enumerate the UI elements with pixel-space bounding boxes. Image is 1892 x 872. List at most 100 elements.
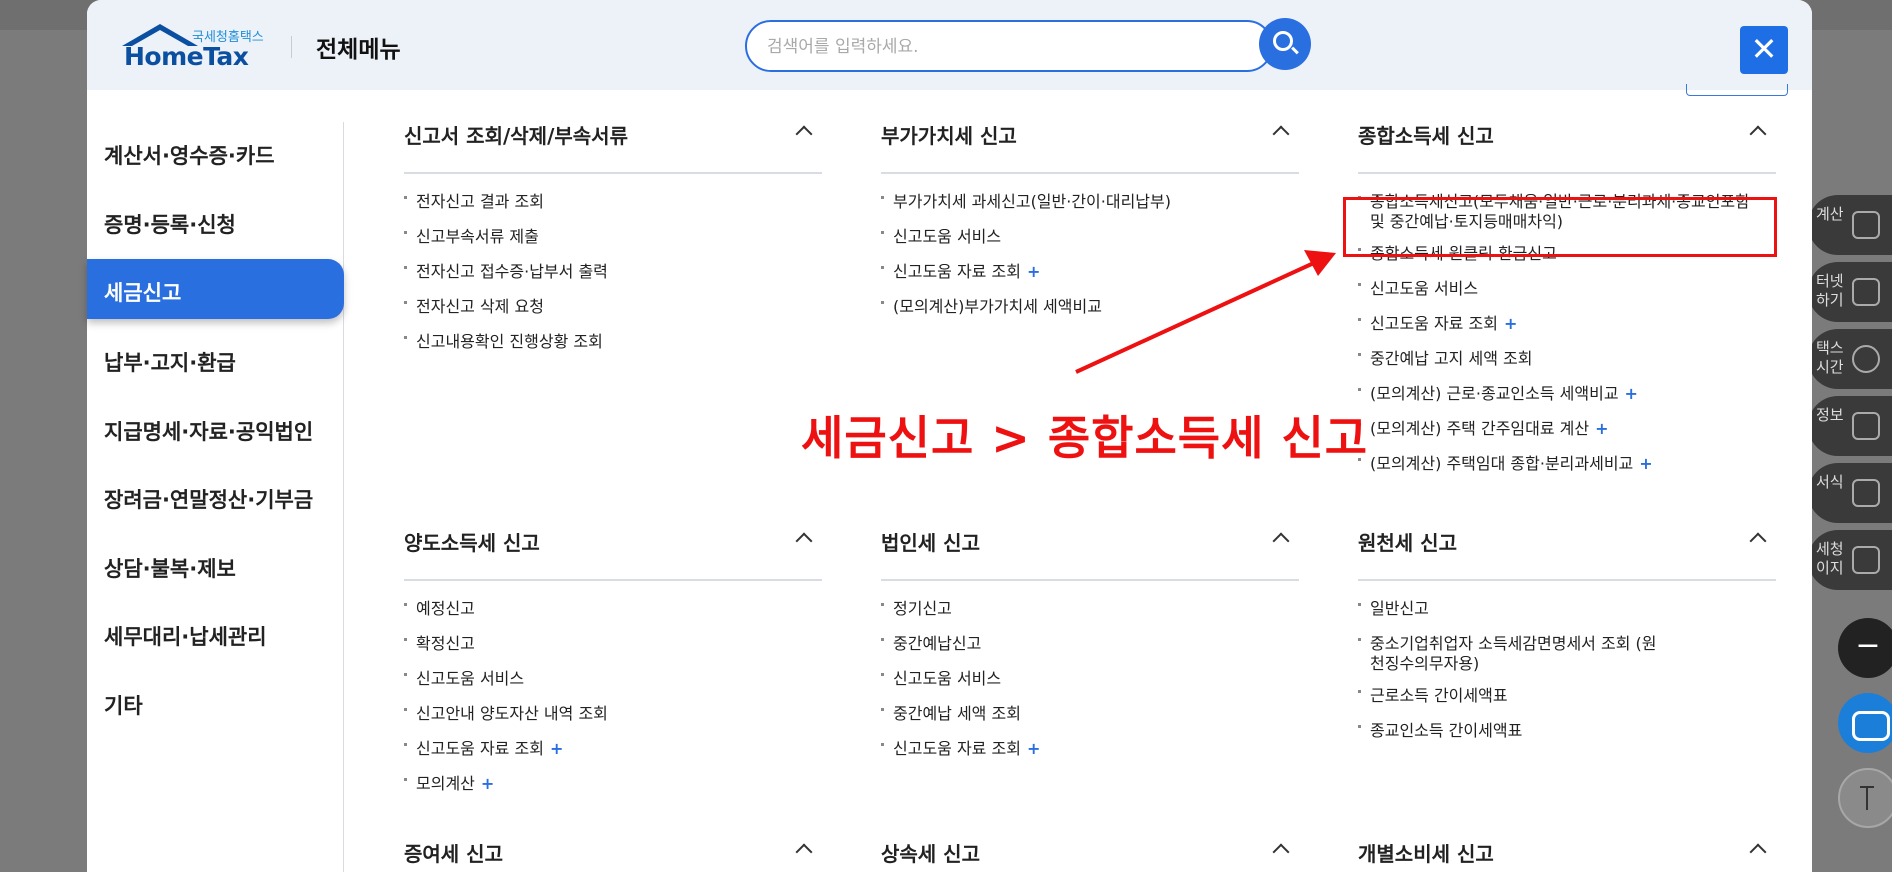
search-input[interactable]: [767, 34, 1227, 60]
chevron-up-icon[interactable]: [1749, 125, 1767, 143]
chevron-up-icon[interactable]: [1749, 532, 1767, 550]
expand-plus-icon[interactable]: +: [481, 774, 494, 793]
expand-plus-icon[interactable]: +: [1639, 454, 1652, 473]
list-item[interactable]: (모의계산) 주택임대 종합·분리과세비교 +: [1358, 454, 1776, 474]
expand-plus-icon[interactable]: +: [1027, 262, 1040, 281]
sidebar-item-payment-notice-refund[interactable]: 납부·고지·환급: [87, 329, 344, 389]
sidebar-item-etc[interactable]: 기타: [87, 672, 344, 732]
menu-link[interactable]: 정기신고: [893, 599, 952, 618]
scroll-top-button[interactable]: [1838, 768, 1892, 828]
menu-link[interactable]: 확정신고: [416, 634, 475, 653]
chevron-up-icon[interactable]: [795, 843, 813, 861]
menu-link[interactable]: (모의계산) 주택임대 종합·분리과세비교: [1370, 454, 1633, 473]
menu-link[interactable]: 전자신고 결과 조회: [416, 192, 544, 211]
list-item[interactable]: 중간예납 고지 세액 조회: [1358, 349, 1776, 369]
expand-plus-icon[interactable]: +: [1625, 384, 1638, 403]
collapse-button[interactable]: −: [1838, 618, 1892, 678]
menu-link[interactable]: 중간예납 세액 조회: [893, 704, 1021, 723]
rail-item-4[interactable]: 정보: [1808, 396, 1892, 456]
list-item[interactable]: 신고도움 서비스: [1358, 279, 1776, 299]
list-item[interactable]: 모의계산 +: [404, 774, 822, 794]
sidebar-item-invoice-receipt-card[interactable]: 계산서·영수증·카드: [87, 122, 344, 182]
close-button[interactable]: ✕: [1740, 26, 1788, 74]
list-item[interactable]: 신고안내 양도자산 내역 조회: [404, 704, 822, 724]
section-header[interactable]: 신고서 조회/삭제/부속서류: [404, 104, 822, 174]
menu-link[interactable]: 신고내용확인 진행상황 조회: [416, 332, 603, 351]
rail-item-2[interactable]: 터넷 하기: [1808, 262, 1892, 322]
hometax-logo[interactable]: 국세청홈택스 HomeTax: [122, 24, 264, 71]
chevron-up-icon[interactable]: [1272, 125, 1290, 143]
list-item[interactable]: 중간예납 세액 조회: [881, 704, 1299, 724]
list-item[interactable]: 신고도움 자료 조회 +: [1358, 314, 1776, 334]
partially-hidden-button[interactable]: [1686, 84, 1788, 96]
expand-plus-icon[interactable]: +: [1504, 314, 1517, 333]
rail-item-6[interactable]: 세청 이지: [1808, 530, 1892, 590]
chevron-up-icon[interactable]: [1272, 532, 1290, 550]
list-item[interactable]: (모의계산) 근로·종교인소득 세액비교 +: [1358, 384, 1776, 404]
list-item[interactable]: 전자신고 결과 조회: [404, 192, 822, 212]
list-item[interactable]: 신고도움 자료 조회 +: [881, 739, 1299, 759]
list-item[interactable]: (모의계산)부가가치세 세액비교: [881, 297, 1299, 317]
menu-link[interactable]: 예정신고: [416, 599, 475, 618]
list-item[interactable]: 종교인소득 간이세액표: [1358, 721, 1776, 741]
list-item[interactable]: 신고도움 자료 조회 +: [881, 262, 1299, 282]
menu-link[interactable]: 전자신고 접수증·납부서 출력: [416, 262, 608, 281]
sidebar-item-tax-agent-management[interactable]: 세무대리·납세관리: [87, 603, 344, 663]
section-header[interactable]: 개별소비세 신고: [1358, 822, 1776, 872]
menu-link[interactable]: 신고도움 자료 조회: [893, 739, 1021, 758]
sidebar-item-payment-statement[interactable]: 지급명세·자료·공익법인: [87, 398, 344, 458]
menu-link[interactable]: 중소기업취업자 소득세감면명세서 조회 (원천징수의무자용): [1370, 634, 1656, 673]
menu-link[interactable]: 신고도움 서비스: [416, 669, 524, 688]
rail-item-1[interactable]: 계산: [1808, 195, 1892, 255]
menu-link[interactable]: 신고도움 서비스: [893, 669, 1001, 688]
section-header[interactable]: 종합소득세 신고: [1358, 104, 1776, 174]
chatbot-button[interactable]: [1838, 693, 1892, 753]
section-header[interactable]: 법인세 신고: [881, 511, 1299, 581]
menu-link[interactable]: 신고도움 자료 조회: [893, 262, 1021, 281]
chevron-up-icon[interactable]: [795, 532, 813, 550]
list-item[interactable]: 전자신고 삭제 요청: [404, 297, 822, 317]
menu-link[interactable]: 부가가치세 과세신고(일반·간이·대리납부): [893, 192, 1171, 211]
rail-item-3[interactable]: 택스 시간: [1808, 329, 1892, 389]
menu-link[interactable]: 종교인소득 간이세액표: [1370, 721, 1522, 740]
section-header[interactable]: 상속세 신고: [881, 822, 1299, 872]
menu-link[interactable]: 신고도움 서비스: [893, 227, 1001, 246]
section-header[interactable]: 원천세 신고: [1358, 511, 1776, 581]
list-item[interactable]: 정기신고: [881, 599, 1299, 619]
list-item[interactable]: 신고도움 서비스: [881, 227, 1299, 247]
sidebar-item-certificate-registration[interactable]: 증명·등록·신청: [87, 191, 344, 251]
list-item[interactable]: 신고도움 자료 조회 +: [404, 739, 822, 759]
menu-link[interactable]: 중간예납 고지 세액 조회: [1370, 349, 1532, 368]
menu-link[interactable]: 일반신고: [1370, 599, 1429, 618]
menu-link[interactable]: 신고부속서류 제출: [416, 227, 539, 246]
menu-link[interactable]: (모의계산) 근로·종교인소득 세액비교: [1370, 384, 1619, 403]
sidebar-item-tax-filing[interactable]: 세금신고: [87, 259, 344, 319]
expand-plus-icon[interactable]: +: [1595, 419, 1608, 438]
menu-link[interactable]: (모의계산) 주택 간주임대료 계산: [1370, 419, 1589, 438]
section-header[interactable]: 증여세 신고: [404, 822, 822, 872]
chevron-up-icon[interactable]: [1272, 843, 1290, 861]
list-item[interactable]: 부가가치세 과세신고(일반·간이·대리납부): [881, 192, 1299, 212]
menu-link[interactable]: 신고도움 자료 조회: [416, 739, 544, 758]
list-item[interactable]: 신고도움 서비스: [404, 669, 822, 689]
menu-link[interactable]: 신고안내 양도자산 내역 조회: [416, 704, 608, 723]
list-item[interactable]: 일반신고: [1358, 599, 1776, 619]
list-item[interactable]: 예정신고: [404, 599, 822, 619]
list-item[interactable]: 중간예납신고: [881, 634, 1299, 654]
expand-plus-icon[interactable]: +: [1027, 739, 1040, 758]
sidebar-item-incentive-yearend[interactable]: 장려금·연말정산·기부금: [87, 466, 344, 526]
menu-link[interactable]: 전자신고 삭제 요청: [416, 297, 544, 316]
list-item[interactable]: 확정신고: [404, 634, 822, 654]
list-item[interactable]: 신고부속서류 제출: [404, 227, 822, 247]
menu-link[interactable]: 중간예납신고: [893, 634, 981, 653]
list-item[interactable]: 신고내용확인 진행상황 조회: [404, 332, 822, 352]
list-item[interactable]: 전자신고 접수증·납부서 출력: [404, 262, 822, 282]
menu-link[interactable]: 근로소득 간이세액표: [1370, 686, 1508, 705]
list-item[interactable]: 중소기업취업자 소득세감면명세서 조회 (원천징수의무자용): [1358, 634, 1658, 674]
menu-link[interactable]: 신고도움 자료 조회: [1370, 314, 1498, 333]
search-button[interactable]: [1259, 18, 1311, 70]
expand-plus-icon[interactable]: +: [550, 739, 563, 758]
list-item[interactable]: (모의계산) 주택 간주임대료 계산 +: [1358, 419, 1776, 439]
rail-item-5[interactable]: 서식: [1808, 463, 1892, 523]
sidebar-item-consult-appeal-report[interactable]: 상담·불복·제보: [87, 535, 344, 595]
